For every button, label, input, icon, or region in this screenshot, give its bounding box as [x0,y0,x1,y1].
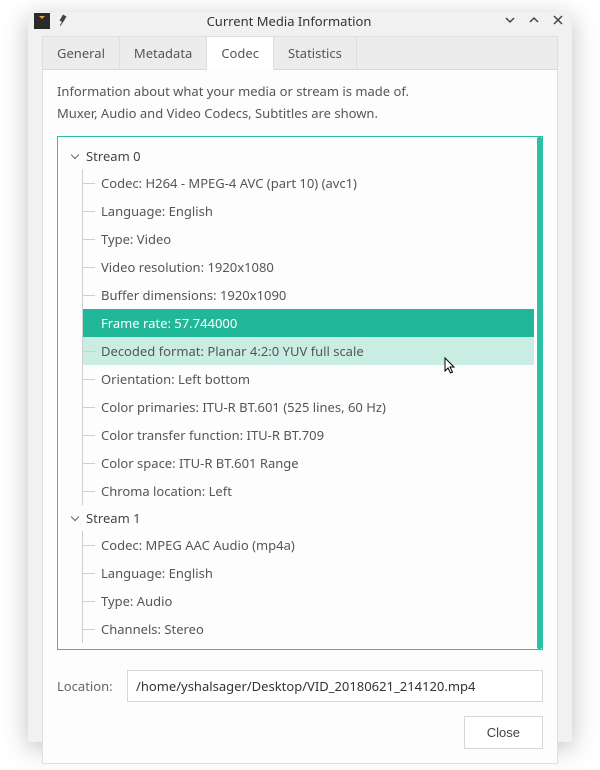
tab-codec[interactable]: Codec [207,37,274,70]
content-panel: GeneralMetadataCodecStatistics Informati… [42,36,558,764]
tree-item[interactable]: Frame rate: 57.744000 [83,309,534,337]
chevron-down-icon [70,150,82,162]
stream-items-0: Codec: H264 - MPEG-4 AVC (part 10) (avc1… [82,169,534,505]
window-title: Current Media Information [76,12,502,30]
maximize-button[interactable] [526,13,542,29]
stream-label: Stream 0 [86,147,141,165]
chevron-down-icon [70,512,82,524]
tab-general[interactable]: General [43,37,120,69]
titlebar: Current Media Information [28,12,572,30]
tree-item[interactable]: Decoded format: Planar 4:2:0 YUV full sc… [83,337,534,365]
stream-tree: Stream 0 Codec: H264 - MPEG-4 AVC (part 1… [57,136,543,650]
tab-statistics[interactable]: Statistics [274,37,357,69]
tree-item[interactable]: Color transfer function: ITU-R BT.709 [83,421,534,449]
tree-item[interactable]: Language: English [83,197,534,225]
media-info-window: Current Media Information GeneralMetadat… [28,12,572,742]
close-button[interactable]: Close [464,716,543,749]
location-label: Location: [57,677,115,695]
tree-item[interactable]: Type: Video [83,225,534,253]
tab-metadata[interactable]: Metadata [120,37,207,69]
stream-header-1[interactable]: Stream 1 [62,505,534,531]
pin-icon[interactable] [56,14,70,28]
info-line-1: Information about what your media or str… [57,80,543,102]
tab-bar: GeneralMetadataCodecStatistics [43,37,557,70]
codec-info-text: Information about what your media or str… [43,70,557,126]
tree-item[interactable]: Orientation: Left bottom [83,365,534,393]
tree-item[interactable]: Color space: ITU-R BT.601 Range [83,449,534,477]
close-window-button[interactable] [550,13,566,29]
info-line-2: Muxer, Audio and Video Codecs, Subtitles… [57,102,543,124]
tree-scrollbar[interactable] [537,137,542,649]
stream-label: Stream 1 [86,509,141,527]
stream-header-0[interactable]: Stream 0 [62,143,534,169]
tree-item[interactable]: Buffer dimensions: 1920x1090 [83,281,534,309]
tree-item[interactable]: Color primaries: ITU-R BT.601 (525 lines… [83,393,534,421]
location-row: Location: [57,670,543,702]
tree-item[interactable]: Video resolution: 1920x1080 [83,253,534,281]
tree-item[interactable]: Codec: MPEG AAC Audio (mp4a) [83,531,534,559]
tree-item[interactable]: Codec: H264 - MPEG-4 AVC (part 10) (avc1… [83,169,534,197]
tree-item[interactable]: Language: English [83,559,534,587]
location-input[interactable] [127,670,543,702]
tree-item[interactable]: Channels: Stereo [83,615,534,643]
minimize-button[interactable] [502,13,518,29]
tree-item[interactable]: Chroma location: Left [83,477,534,505]
app-icon [34,13,50,29]
tree-item[interactable]: Type: Audio [83,587,534,615]
window-controls [502,13,566,29]
stream-items-1: Codec: MPEG AAC Audio (mp4a)Language: En… [82,531,534,643]
bottom-bar: Location: Close [43,660,557,763]
